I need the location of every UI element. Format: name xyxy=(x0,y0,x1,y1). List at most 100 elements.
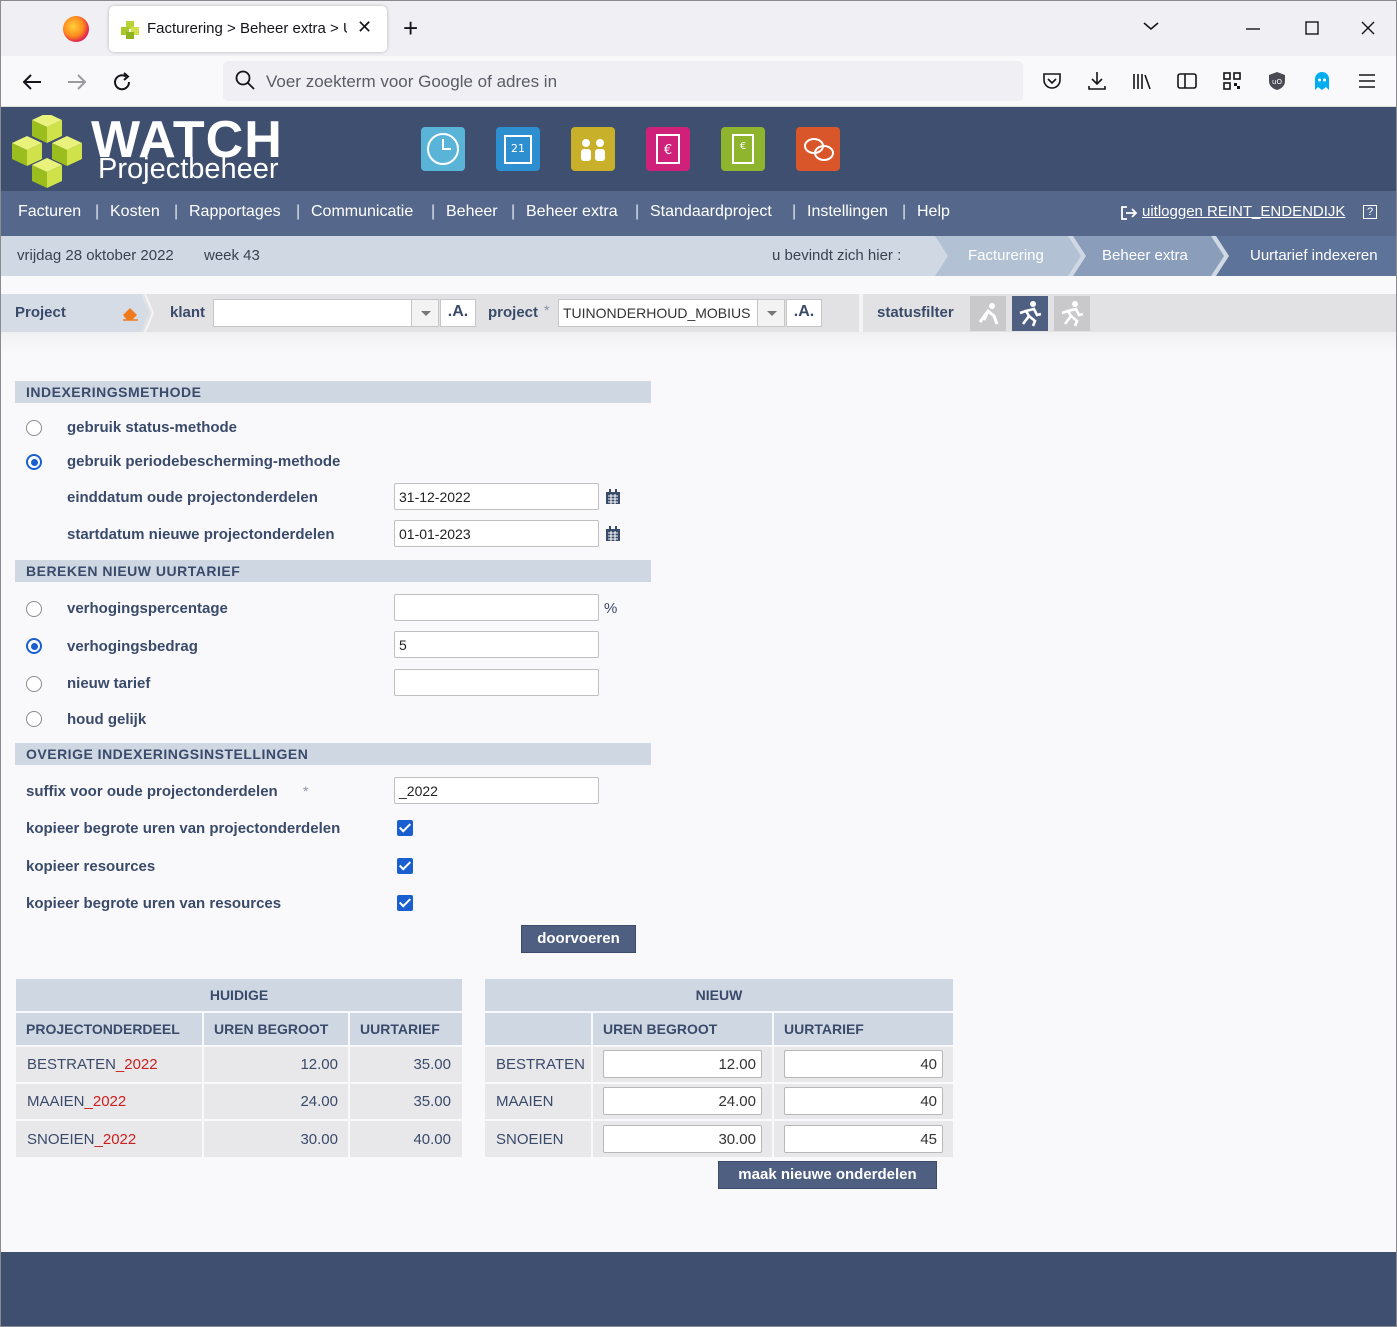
status-running-icon[interactable] xyxy=(1054,296,1090,331)
maximize-icon[interactable] xyxy=(1305,21,1319,35)
browser-tab[interactable]: Facturering > Beheer extra > Uu ✕ xyxy=(109,6,387,52)
section-indexeringsmethode: INDEXERINGSMETHODE xyxy=(15,381,651,403)
menu-kosten[interactable]: Kosten xyxy=(110,203,160,221)
copy-hours-checkbox[interactable] xyxy=(397,820,413,836)
chevron-down-icon[interactable] xyxy=(411,300,438,326)
breadcrumb-beheer-extra[interactable]: Beheer extra xyxy=(1102,236,1188,276)
close-window-icon[interactable] xyxy=(1361,21,1375,35)
ghostery-icon[interactable] xyxy=(1311,70,1333,92)
clock-app-icon[interactable] xyxy=(421,127,465,171)
tab-list-chevron-icon[interactable] xyxy=(1142,20,1160,32)
new-tab-icon[interactable]: + xyxy=(403,13,418,44)
qr-code-icon[interactable] xyxy=(1221,70,1243,92)
status-method-label[interactable]: gebruik status-methode xyxy=(67,419,237,436)
new-row-part: MAAIEN xyxy=(485,1084,591,1119)
reload-icon[interactable] xyxy=(111,71,133,93)
menu-help[interactable]: Help xyxy=(917,203,950,221)
part-name: SNOEIEN xyxy=(27,1131,95,1148)
menu-communicatie[interactable]: Communicatie xyxy=(311,203,413,221)
menu-facturen[interactable]: Facturen xyxy=(18,203,81,221)
url-bar[interactable]: Voer zoekterm voor Google of adres in xyxy=(223,61,1023,101)
table-cell-rate: 35.00 xyxy=(350,1084,462,1119)
close-tab-icon[interactable]: ✕ xyxy=(357,17,372,38)
klant-combobox[interactable] xyxy=(213,299,439,327)
communication-app-icon[interactable] xyxy=(796,127,840,171)
radio-status-method[interactable] xyxy=(26,420,42,436)
tab-title: Facturering > Beheer extra > Uu xyxy=(147,20,347,37)
help-icon[interactable]: ? xyxy=(1363,205,1377,219)
calendar-icon[interactable] xyxy=(605,526,621,542)
amount-label[interactable]: verhogingsbedrag xyxy=(67,638,198,655)
suffix-input[interactable]: _2022 xyxy=(394,777,599,804)
new-rate-input[interactable] xyxy=(394,669,599,696)
project-search-button[interactable]: .A. xyxy=(786,299,822,327)
breadcrumb-facturering[interactable]: Facturering xyxy=(968,236,1044,276)
forward-icon[interactable] xyxy=(66,72,88,92)
amount-input[interactable]: 5 xyxy=(394,631,599,658)
library-icon[interactable] xyxy=(1131,70,1153,92)
menu-separator: | xyxy=(511,203,516,220)
doorvoeren-button[interactable]: doorvoeren xyxy=(521,925,636,953)
radio-keep-same[interactable] xyxy=(26,711,42,727)
radio-new-rate[interactable] xyxy=(26,676,42,692)
toolbar-shadow xyxy=(1,332,1396,354)
menu-beheer-extra[interactable]: Beheer extra xyxy=(526,203,618,221)
menu-beheer[interactable]: Beheer xyxy=(446,203,498,221)
status-inactive-icon[interactable] xyxy=(970,296,1006,331)
status-active-icon[interactable] xyxy=(1012,296,1048,331)
new-hours-input[interactable]: 12.00 xyxy=(603,1050,762,1078)
project-filter-bar: Project klant .A. project * TUINONDERHOU… xyxy=(1,294,1396,332)
logout-link[interactable]: uitloggen REINT_ENDENDIJK xyxy=(1142,203,1345,220)
menu-rapportages[interactable]: Rapportages xyxy=(189,203,281,221)
menu-standaardproject[interactable]: Standaardproject xyxy=(650,203,772,221)
new-rate-input[interactable]: 40 xyxy=(784,1050,943,1078)
radio-period-method[interactable] xyxy=(26,454,42,470)
copy-resources-checkbox[interactable] xyxy=(397,858,413,874)
radio-amount[interactable] xyxy=(26,638,42,654)
watch-logo-icon[interactable] xyxy=(7,115,87,195)
percentage-label[interactable]: verhogingspercentage xyxy=(67,600,228,617)
minimize-icon[interactable] xyxy=(1246,27,1262,31)
radio-percentage[interactable] xyxy=(26,601,42,617)
maak-nieuwe-onderdelen-button[interactable]: maak nieuwe onderdelen xyxy=(718,1161,937,1189)
new-hours-input[interactable]: 24.00 xyxy=(603,1087,762,1115)
new-rate-input[interactable]: 45 xyxy=(784,1125,943,1153)
pocket-icon[interactable] xyxy=(1041,70,1063,92)
klant-search-button[interactable]: .A. xyxy=(440,299,476,327)
firefox-icon[interactable] xyxy=(63,16,89,42)
invoice-app-icon[interactable]: € xyxy=(646,127,690,171)
costs-app-icon[interactable]: € xyxy=(721,127,765,171)
menu-instellingen[interactable]: Instellingen xyxy=(807,203,888,221)
percent-unit: % xyxy=(604,600,618,617)
period-method-label[interactable]: gebruik periodebescherming-methode xyxy=(67,453,340,470)
watch-favicon-icon xyxy=(121,21,139,39)
part-name: BESTRATEN xyxy=(27,1056,116,1073)
back-icon[interactable] xyxy=(21,72,43,92)
menu-hamburger-icon[interactable] xyxy=(1356,70,1378,92)
brand-subtitle: Projectbeheer xyxy=(98,153,279,185)
col-uren-begroot: UREN BEGROOT xyxy=(204,1013,348,1045)
sidebar-icon[interactable] xyxy=(1176,70,1198,92)
logout-icon[interactable] xyxy=(1120,205,1138,221)
project-value: TUINONDERHOUD_MOBIUS xyxy=(563,305,751,321)
start-date-input[interactable]: 01-01-2023 xyxy=(394,520,599,547)
new-rate-input[interactable]: 40 xyxy=(784,1087,943,1115)
new-rate-label[interactable]: nieuw tarief xyxy=(67,675,150,692)
calendar-icon[interactable] xyxy=(605,489,621,505)
chevron-down-icon[interactable] xyxy=(757,300,784,326)
svg-text:uO: uO xyxy=(1272,78,1282,86)
current-week: week 43 xyxy=(204,247,260,264)
end-date-label: einddatum oude projectonderdelen xyxy=(67,489,318,506)
downloads-icon[interactable] xyxy=(1086,70,1108,92)
ublock-shield-icon[interactable]: uO xyxy=(1266,70,1288,92)
percentage-input[interactable] xyxy=(394,594,599,621)
project-combobox[interactable]: TUINONDERHOUD_MOBIUS xyxy=(558,299,785,327)
new-hours-input[interactable]: 30.00 xyxy=(603,1125,762,1153)
keep-same-label[interactable]: houd gelijk xyxy=(67,711,146,728)
calendar-app-icon[interactable]: 21 xyxy=(496,127,540,171)
menu-separator: | xyxy=(792,203,797,220)
eraser-icon[interactable] xyxy=(121,305,139,321)
team-app-icon[interactable] xyxy=(571,127,615,171)
end-date-input[interactable]: 31-12-2022 xyxy=(394,483,599,510)
copy-resource-hours-checkbox[interactable] xyxy=(397,895,413,911)
